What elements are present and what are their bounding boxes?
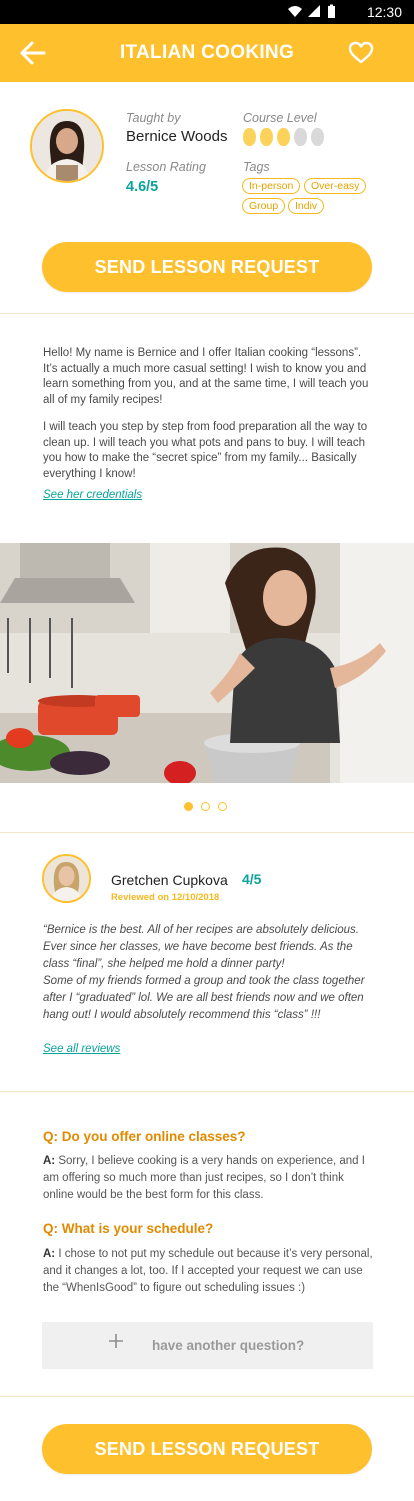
divider — [0, 832, 414, 833]
reviewer-name[interactable]: Gretchen Cupkova — [111, 872, 228, 888]
answer-prefix: A: — [43, 1155, 56, 1167]
divider — [0, 1091, 414, 1092]
faq-answer-1-text: Sorry, I believe cooking is a very hands… — [43, 1155, 365, 1201]
tags-label: Tags — [243, 160, 270, 174]
send-lesson-request-button-bottom[interactable]: SEND LESSON REQUEST — [42, 1424, 372, 1474]
ask-question-label: have another question? — [152, 1338, 305, 1353]
review-date: Reviewed on 12/10/2018 — [111, 892, 220, 903]
ask-question-button[interactable]: have another question? — [42, 1322, 373, 1369]
lesson-rating-value: 4.6/5 — [126, 179, 159, 195]
plus-icon — [108, 1333, 124, 1349]
bio-paragraph-2: I will teach you step by step from food … — [43, 421, 368, 480]
pager-dot[interactable] — [201, 802, 210, 811]
gallery-photo[interactable] — [0, 543, 414, 783]
answer-prefix: A: — [43, 1248, 56, 1260]
faq-question-2: Q: What is your schedule? — [43, 1221, 214, 1236]
level-dot-filled — [260, 128, 273, 146]
see-credentials-link[interactable]: See her credentials — [43, 489, 142, 501]
pager-dot[interactable] — [184, 802, 193, 811]
battery-icon — [328, 6, 335, 18]
heart-outline-icon[interactable] — [348, 40, 374, 66]
level-dot-filled — [243, 128, 256, 146]
tag-indiv[interactable]: Indiv — [288, 198, 325, 214]
faq-answer-1: A: Sorry, I believe cooking is a very ha… — [43, 1153, 376, 1204]
level-dot-filled — [277, 128, 290, 146]
course-level-label: Course Level — [243, 111, 317, 125]
send-lesson-request-button[interactable]: SEND LESSON REQUEST — [42, 242, 372, 292]
reviewer-avatar[interactable] — [42, 854, 91, 903]
bio-paragraph-1: Hello! My name is Bernice and I offer It… — [43, 347, 369, 406]
divider — [0, 313, 414, 314]
pager-dot[interactable] — [218, 802, 227, 811]
signal-icon — [308, 5, 320, 17]
level-dot-empty — [311, 128, 324, 146]
review-text-2: Some of my friends formed a group and to… — [43, 975, 365, 1021]
status-icons — [286, 4, 346, 25]
wifi-signal-battery-icons — [288, 4, 335, 18]
tag-group[interactable]: Group — [242, 198, 286, 214]
review-score: 4/5 — [242, 871, 262, 887]
status-time: 12:30 — [366, 4, 402, 20]
taught-by-label: Taught by — [126, 111, 181, 125]
faq-answer-2-text: I chose to not put my schedule out becau… — [43, 1248, 373, 1294]
divider — [0, 1396, 414, 1397]
wifi-icon — [288, 6, 302, 17]
status-bar: 12:30 — [0, 0, 414, 24]
lesson-rating-label: Lesson Rating — [126, 160, 206, 174]
review-text-1: “Bernice is the best. All of her recipes… — [43, 924, 359, 970]
tag-over-easy[interactable]: Over-easy — [304, 178, 367, 194]
faq-question-1: Q: Do you offer online classes? — [43, 1129, 246, 1144]
review-text: “Bernice is the best. All of her recipes… — [43, 922, 376, 1024]
level-dot-empty — [294, 128, 307, 146]
teacher-name[interactable]: Bernice Woods — [126, 128, 227, 145]
faq-answer-2: A: I chose to not put my schedule out be… — [43, 1246, 376, 1297]
teacher-avatar[interactable] — [30, 109, 104, 183]
see-all-reviews-link[interactable]: See all reviews — [43, 1043, 120, 1055]
app-bar: ITALIAN COOKING — [0, 24, 414, 82]
tag-in-person[interactable]: In-person — [242, 178, 301, 194]
